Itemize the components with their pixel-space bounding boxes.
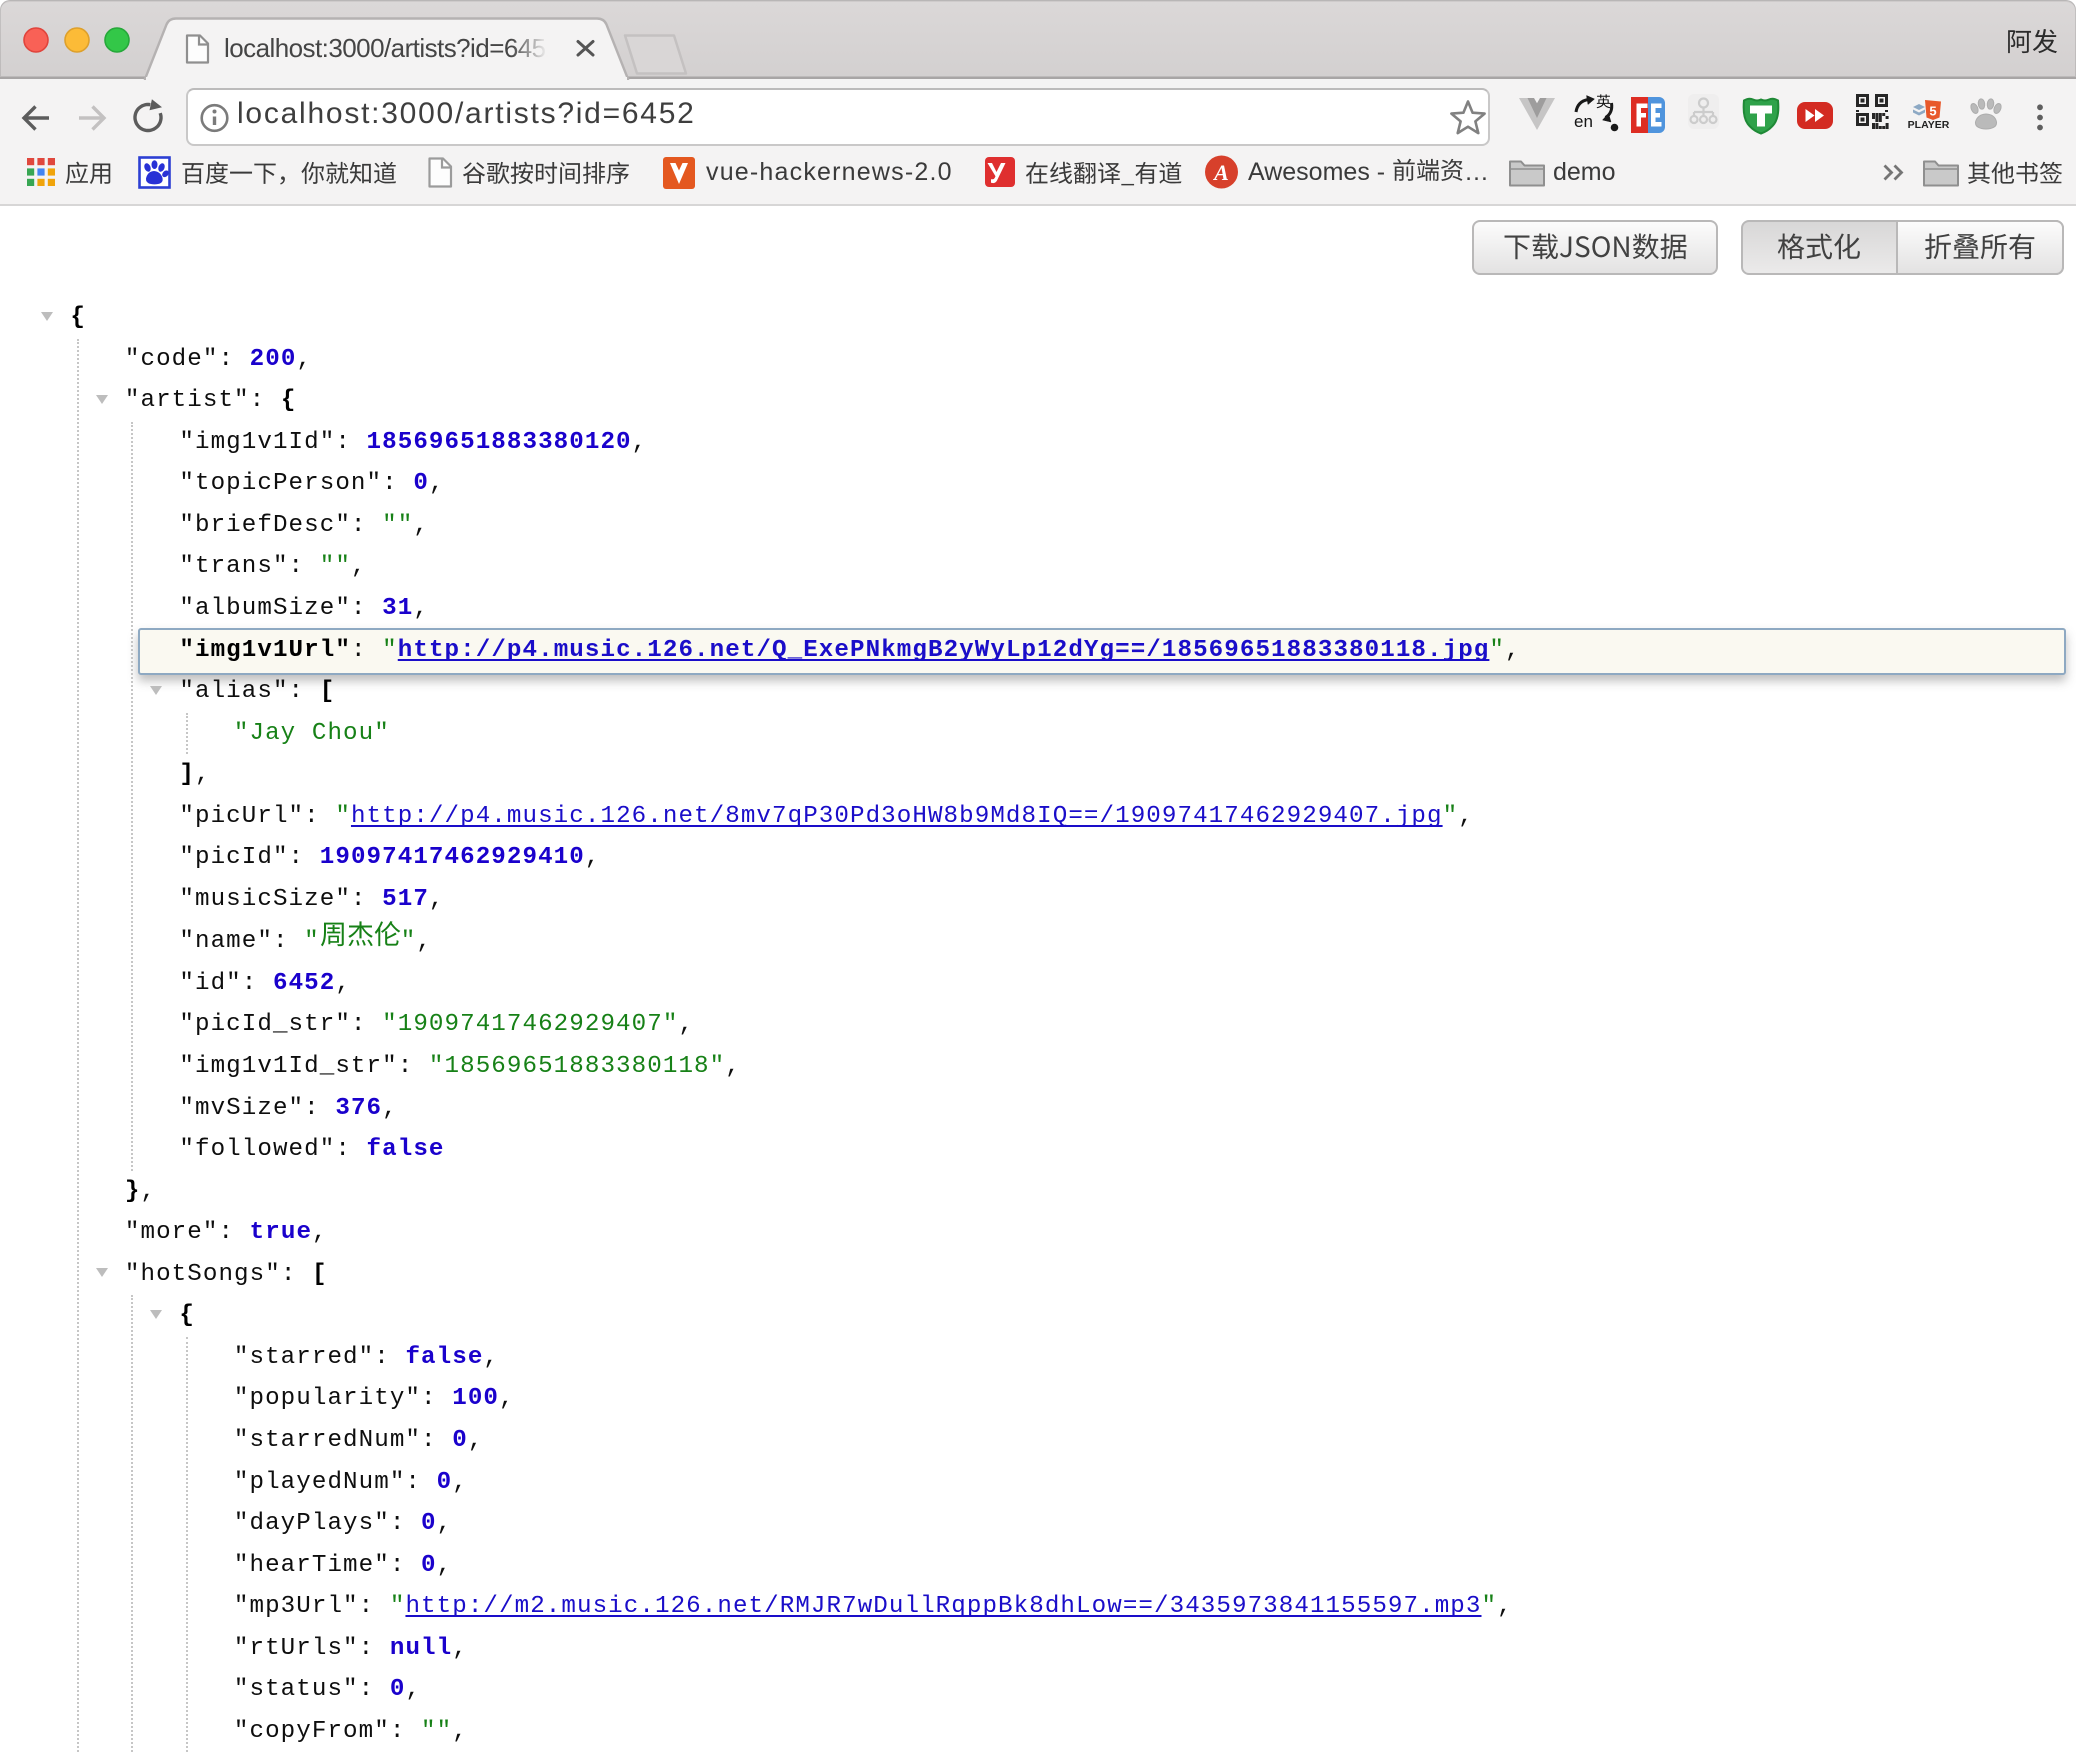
- svg-text:A: A: [1212, 160, 1229, 185]
